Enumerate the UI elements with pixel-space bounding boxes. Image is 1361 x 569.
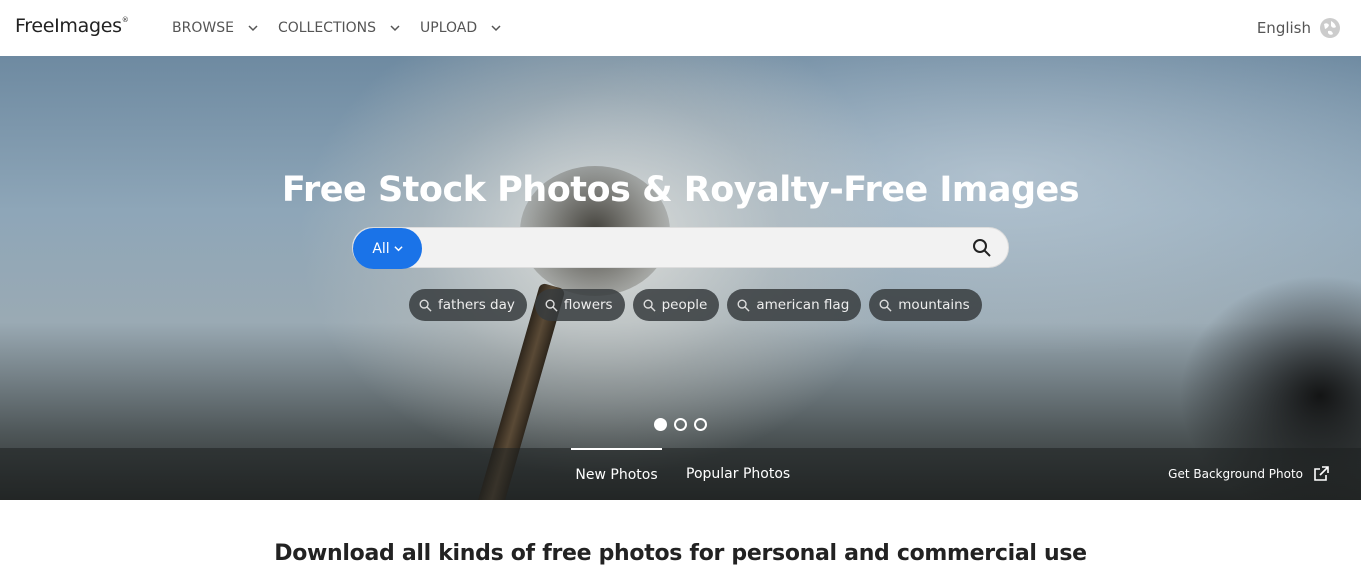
tag-chip[interactable]: flowers bbox=[534, 289, 625, 321]
site-header: FreeImages® BROWSE COLLECTIONS UPLOAD En… bbox=[0, 0, 1361, 56]
nav-browse[interactable]: BROWSE bbox=[172, 20, 278, 36]
get-background-photo-label: Get Background Photo bbox=[1168, 467, 1303, 481]
logo-registered-mark: ® bbox=[121, 16, 129, 24]
carousel-dot[interactable] bbox=[674, 418, 687, 431]
carousel-dot[interactable] bbox=[654, 418, 667, 431]
nav-upload-label: UPLOAD bbox=[420, 20, 478, 36]
tab-popular-photos-label: Popular Photos bbox=[686, 466, 791, 482]
carousel-dot[interactable] bbox=[694, 418, 707, 431]
nav-collections-label: COLLECTIONS bbox=[277, 20, 377, 36]
search-icon bbox=[545, 299, 558, 312]
search-bar: All bbox=[352, 227, 1009, 269]
hero-title: Free Stock Photos & Royalty-Free Images bbox=[281, 170, 1080, 210]
tag-chip[interactable]: fathers day bbox=[409, 289, 527, 321]
search-icon bbox=[643, 299, 656, 312]
tag-label: mountains bbox=[898, 297, 970, 313]
tag-chip[interactable]: american flag bbox=[727, 289, 862, 321]
hero-banner: Free Stock Photos & Royalty-Free Images … bbox=[0, 56, 1361, 500]
language-selector[interactable]: English bbox=[1257, 0, 1341, 56]
tab-new-photos[interactable]: New Photos bbox=[571, 448, 662, 500]
tab-popular-photos[interactable]: Popular Photos bbox=[686, 448, 790, 500]
main-nav: BROWSE COLLECTIONS UPLOAD bbox=[172, 0, 521, 56]
suggested-tags: fathers day flowers people american flag… bbox=[409, 289, 990, 321]
tag-chip[interactable]: mountains bbox=[869, 289, 982, 321]
get-background-photo-link[interactable]: Get Background Photo bbox=[1168, 448, 1329, 500]
search-icon bbox=[879, 299, 892, 312]
external-link-icon bbox=[1314, 466, 1329, 481]
freeimages-logo[interactable]: FreeImages® bbox=[15, 15, 129, 37]
search-icon[interactable] bbox=[972, 238, 992, 258]
carousel-dots bbox=[654, 418, 714, 431]
search-input[interactable] bbox=[425, 228, 965, 267]
search-category-label: All bbox=[372, 240, 390, 257]
tab-new-photos-label: New Photos bbox=[575, 467, 658, 483]
logo-text: FreeImages bbox=[15, 15, 122, 37]
search-icon bbox=[737, 299, 750, 312]
globe-icon bbox=[1320, 18, 1340, 38]
chevron-down-icon bbox=[390, 25, 400, 32]
chevron-down-icon bbox=[248, 25, 258, 32]
tag-label: people bbox=[661, 297, 708, 313]
page-tagline: Download all kinds of free photos for pe… bbox=[274, 541, 1087, 566]
tag-chip[interactable]: people bbox=[632, 289, 720, 321]
nav-browse-label: BROWSE bbox=[172, 20, 234, 36]
search-icon bbox=[419, 299, 432, 312]
chevron-down-icon bbox=[491, 25, 501, 32]
language-label: English bbox=[1256, 19, 1311, 37]
tag-label: fathers day bbox=[438, 297, 515, 313]
nav-collections[interactable]: COLLECTIONS bbox=[278, 20, 420, 36]
tag-label: american flag bbox=[756, 297, 850, 313]
photo-tabs-bar: New Photos Popular Photos Get Background… bbox=[0, 448, 1361, 500]
nav-upload[interactable]: UPLOAD bbox=[420, 20, 521, 36]
search-category-dropdown[interactable]: All bbox=[353, 228, 422, 269]
tag-label: flowers bbox=[563, 297, 613, 313]
chevron-down-icon bbox=[394, 246, 403, 252]
